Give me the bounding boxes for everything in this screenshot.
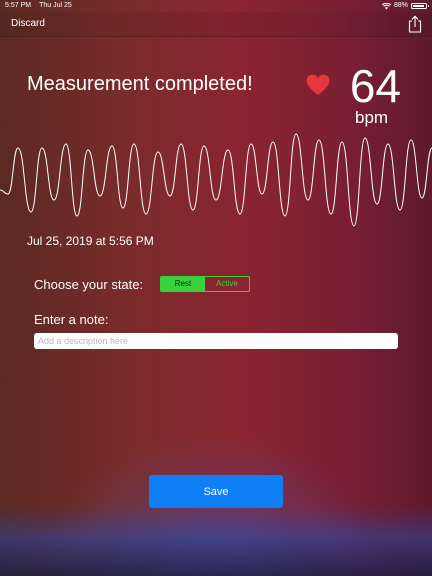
discard-button[interactable]: Discard xyxy=(11,18,45,29)
state-option-rest[interactable]: Rest xyxy=(161,277,205,291)
status-date: Thu Jul 25 xyxy=(39,2,72,9)
background-glow xyxy=(0,506,432,576)
state-label: Choose your state: xyxy=(34,277,144,292)
measurement-timestamp: Jul 25, 2019 at 5:56 PM xyxy=(27,234,154,248)
note-input[interactable] xyxy=(34,333,398,349)
heart-icon xyxy=(306,74,330,95)
battery-percent: 88% xyxy=(393,2,408,9)
battery-icon xyxy=(411,3,429,9)
pulse-waveform xyxy=(0,133,432,227)
state-option-active[interactable]: Active xyxy=(205,277,249,291)
share-icon[interactable] xyxy=(407,15,423,33)
nav-bar: Discard xyxy=(0,12,432,37)
bpm-unit: bpm xyxy=(355,108,389,127)
status-time: 5:57 PM xyxy=(5,2,32,9)
wifi-icon xyxy=(381,2,391,9)
status-bar: 5:57 PM Thu Jul 25 88% xyxy=(0,0,432,12)
save-button[interactable]: Save xyxy=(149,475,283,508)
bpm-value: 64 xyxy=(349,60,401,112)
pulse-waveform-line xyxy=(0,133,432,227)
measurement-headline: Measurement completed! xyxy=(27,73,253,95)
note-label: Enter a note: xyxy=(34,312,109,327)
state-segmented-control[interactable]: Rest Active xyxy=(160,276,250,292)
status-right: 88% xyxy=(381,0,429,12)
